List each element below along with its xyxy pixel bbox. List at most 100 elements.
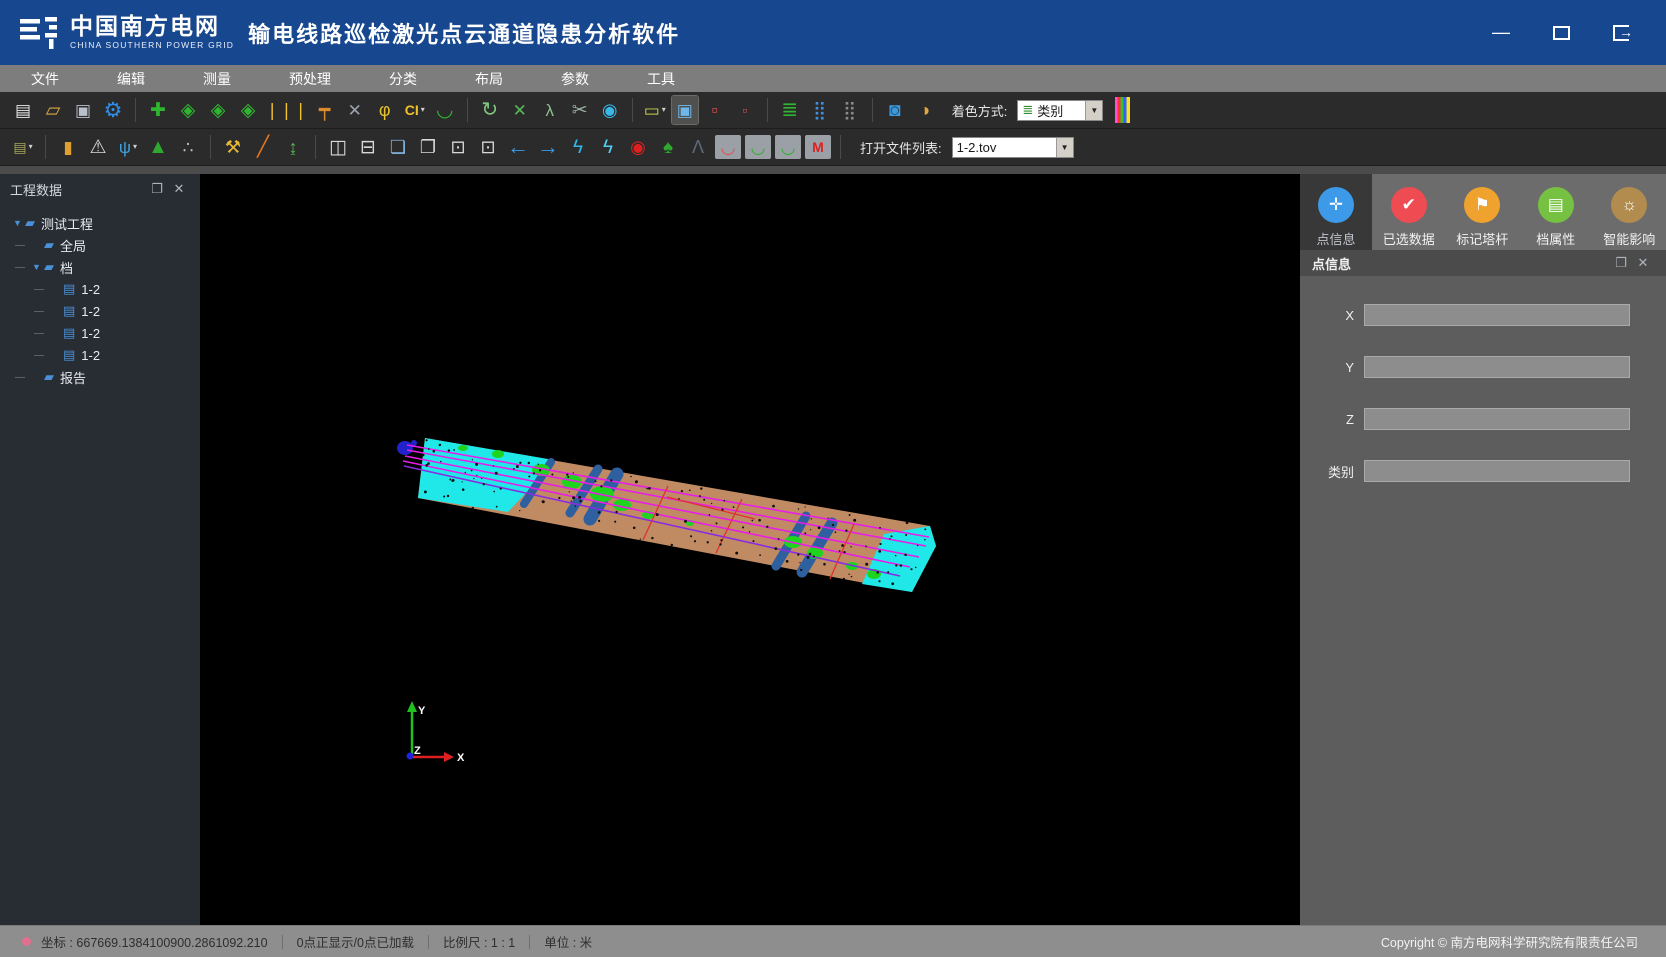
power-line-extract-tool-icon[interactable]: ❘❘❘: [265, 96, 308, 124]
sag-curve-tool-1-icon[interactable]: ◡: [715, 135, 741, 159]
menu-item-4[interactable]: 预处理: [260, 65, 360, 92]
delete-selection-tool-icon[interactable]: ✕: [507, 96, 533, 124]
split-vertical-tool-icon[interactable]: ◫: [325, 133, 351, 161]
tab-smart-impact[interactable]: ☼智能影响: [1593, 174, 1666, 250]
open-file-list-select-value: 1-2.tov: [957, 140, 1050, 155]
menu-item-1[interactable]: 文件: [2, 65, 88, 92]
rotate-view-tool-icon[interactable]: ↻: [477, 96, 503, 124]
classify-building-tool-icon[interactable]: ◈: [235, 96, 261, 124]
tree-node-测试工程-1[interactable]: ▼▰测试工程: [0, 212, 200, 234]
branch-analysis-tool-icon[interactable]: ψ▾: [115, 133, 141, 161]
minimize-button[interactable]: —: [1488, 22, 1514, 44]
open-file-list-select-dropdown-icon[interactable]: ▼: [1056, 138, 1073, 157]
tree-expand-icon[interactable]: ▼: [29, 262, 44, 272]
tree-guide-line: [34, 355, 44, 356]
height-limit-tool-icon[interactable]: ↨: [280, 133, 306, 161]
redo-button-icon[interactable]: →: [535, 133, 561, 161]
render-palette-tool-icon[interactable]: ◑: [912, 96, 938, 124]
exit-button[interactable]: →: [1608, 22, 1634, 44]
undo-button-icon[interactable]: ←: [505, 133, 531, 161]
maximize-button[interactable]: [1548, 22, 1574, 44]
tree-expand-icon[interactable]: ▼: [10, 218, 25, 228]
menu-item-7[interactable]: 参数: [532, 65, 618, 92]
move-view-tool-icon[interactable]: ✚: [145, 96, 171, 124]
point-class-input[interactable]: [1364, 460, 1630, 482]
locate-point-tool-icon[interactable]: ◉: [625, 133, 651, 161]
tree-guide-line: [34, 333, 44, 334]
pick-point-tool-icon[interactable]: λ: [537, 96, 563, 124]
select-remove-tool-icon[interactable]: ▫: [732, 96, 758, 124]
key-point-tool-icon[interactable]: φ: [372, 96, 398, 124]
panel-close-icon[interactable]: ✕: [168, 181, 190, 197]
point-y-input[interactable]: [1364, 356, 1630, 378]
classify-ground-tool-icon[interactable]: ◈: [175, 96, 201, 124]
ruler-tool-icon[interactable]: ▮: [55, 133, 81, 161]
tower-mark-tool-icon[interactable]: Λ: [685, 133, 711, 161]
tab-point-info[interactable]: ✛点信息: [1300, 174, 1372, 250]
polyline-edit-tool-icon[interactable]: ϟ: [595, 133, 621, 161]
point-z-input[interactable]: [1364, 408, 1630, 430]
cascade-windows-tool-icon[interactable]: ❏: [385, 133, 411, 161]
tab-mark-tower[interactable]: ⚑标记塔杆: [1446, 174, 1520, 250]
slope-ruler-tool-icon[interactable]: ╱: [250, 133, 276, 161]
toolbar-main: ▤▱▣⚙✚◈◈◈❘❘❘┯✕φCI▾◡↻✕λ✂◉▭▾▣▫▫≣⣿⣿◙◑着色方式:≣类…: [0, 92, 1666, 129]
select-move-tool-icon[interactable]: ▣: [672, 96, 698, 124]
grid-points-tool-icon[interactable]: ⣿: [807, 96, 833, 124]
colorbar-tool[interactable]: [1115, 97, 1130, 123]
save-button-icon[interactable]: ▣: [70, 96, 96, 124]
menu-item-2[interactable]: 编辑: [88, 65, 174, 92]
layer-display-tool-icon[interactable]: ≣: [777, 96, 803, 124]
new-window-tool-icon[interactable]: ❐: [415, 133, 441, 161]
panel-float-icon[interactable]: ❐: [146, 181, 168, 197]
coloring-mode-select[interactable]: ≣类别▼: [1017, 100, 1103, 121]
point-info-float-icon[interactable]: ❐: [1610, 255, 1632, 271]
catenary-fit-tool-icon[interactable]: ◡: [432, 96, 458, 124]
menu-item-3[interactable]: 测量: [174, 65, 260, 92]
compare-window-tool-2-icon[interactable]: ⊡: [475, 133, 501, 161]
tree-node-报告-8[interactable]: ▰报告: [0, 366, 200, 388]
ci-tool-dropdown-arrow: ▾: [421, 106, 425, 114]
sag-curve-tool-3-icon[interactable]: ◡: [775, 135, 801, 159]
model-tool-icon[interactable]: M: [805, 135, 831, 159]
toolbar-separator: [872, 98, 873, 122]
tree-mark-tool-icon[interactable]: ♠: [655, 133, 681, 161]
point-info-close-icon[interactable]: ✕: [1632, 255, 1654, 271]
tree-node-1-2-6[interactable]: ▤1-2: [0, 322, 200, 344]
menu-item-5[interactable]: 分类: [360, 65, 446, 92]
point-x-input[interactable]: [1364, 304, 1630, 326]
screenshot-tool-icon[interactable]: ◙: [882, 96, 908, 124]
tab-span-properties[interactable]: ▤档属性: [1519, 174, 1593, 250]
ci-tool-icon[interactable]: CI▾: [402, 96, 428, 124]
select-add-tool-icon[interactable]: ▫: [702, 96, 728, 124]
menu-item-6[interactable]: 布局: [446, 65, 532, 92]
open-file-button-icon[interactable]: ▱: [40, 96, 66, 124]
node-link-tool-icon[interactable]: ∴: [175, 133, 201, 161]
settings-button-icon[interactable]: ⚙: [100, 96, 126, 124]
select-rect-tool-icon[interactable]: ▭▾: [642, 96, 668, 124]
tree-node-1-2-7[interactable]: ▤1-2: [0, 344, 200, 366]
open-file-list-select[interactable]: 1-2.tov ▼: [952, 137, 1074, 158]
coloring-mode-select-dropdown-icon[interactable]: ▼: [1085, 101, 1102, 120]
classify-vegetation-tool-icon[interactable]: ◈: [205, 96, 231, 124]
new-file-button-icon[interactable]: ▤: [10, 96, 36, 124]
section-measure-tool-icon[interactable]: ✕: [342, 96, 368, 124]
split-horizontal-tool-icon[interactable]: ⊟: [355, 133, 381, 161]
visibility-tool-icon[interactable]: ◉: [597, 96, 623, 124]
point-cloud-viewport[interactable]: Y X Z: [200, 174, 1300, 925]
tree-node-1-2-4[interactable]: ▤1-2: [0, 278, 200, 300]
grid-filter-tool-icon[interactable]: ⣿: [837, 96, 863, 124]
tree-node-全局-2[interactable]: ▰全局: [0, 234, 200, 256]
profile-view-tool-icon[interactable]: ▤▾: [10, 133, 36, 161]
cut-cloud-tool-icon[interactable]: ✂: [567, 96, 593, 124]
menu-item-8[interactable]: 工具: [618, 65, 704, 92]
sag-curve-tool-2-icon[interactable]: ◡: [745, 135, 771, 159]
height-measure-tool-icon[interactable]: ┯: [312, 96, 338, 124]
compare-window-tool-1-icon[interactable]: ⊡: [445, 133, 471, 161]
danger-point-tool-icon[interactable]: ⚠: [85, 133, 111, 161]
tree-node-档-3[interactable]: ▼▰档: [0, 256, 200, 278]
clean-points-tool-icon[interactable]: ⚒: [220, 133, 246, 161]
tab-selected-data[interactable]: ✔已选数据: [1372, 174, 1446, 250]
tree-node-1-2-5[interactable]: ▤1-2: [0, 300, 200, 322]
north-arrow-tool-icon[interactable]: ▲: [145, 133, 171, 161]
polyline-tool-icon[interactable]: ϟ: [565, 133, 591, 161]
